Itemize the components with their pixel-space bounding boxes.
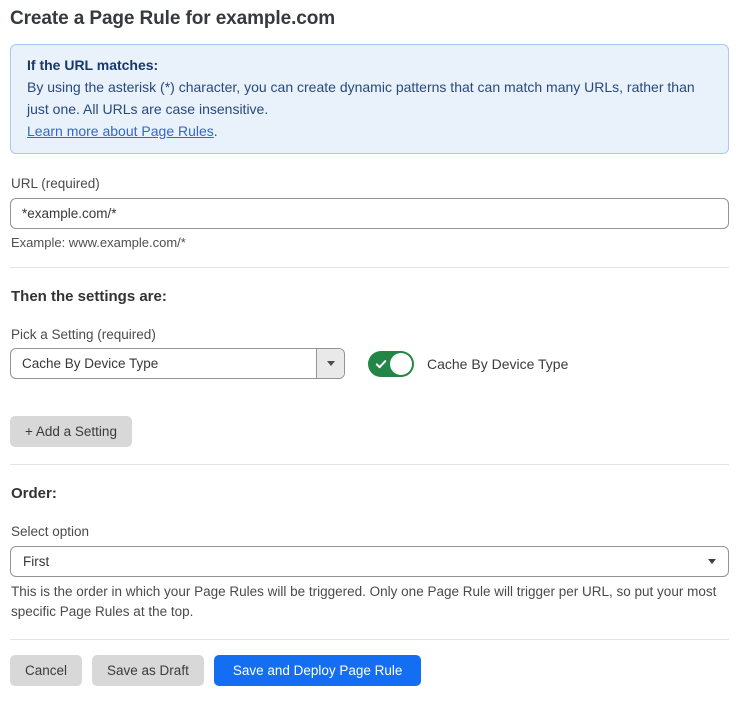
order-help-text: This is the order in which your Page Rul… — [11, 582, 729, 622]
cancel-button[interactable]: Cancel — [10, 655, 82, 686]
footer-actions: Cancel Save as Draft Save and Deploy Pag… — [10, 655, 729, 686]
setting-select-value: Cache By Device Type — [11, 349, 316, 378]
save-deploy-button[interactable]: Save and Deploy Page Rule — [214, 655, 422, 686]
divider — [10, 639, 729, 640]
url-field-hint: Example: www.example.com/* — [11, 235, 729, 250]
url-field-label: URL (required) — [11, 176, 729, 191]
page-title: Create a Page Rule for example.com — [10, 8, 729, 30]
learn-more-link[interactable]: Learn more about Page Rules — [27, 123, 214, 139]
order-select-value: First — [23, 554, 49, 569]
check-icon — [375, 358, 387, 370]
create-page-rule-form: Create a Page Rule for example.com If th… — [0, 0, 750, 706]
caret-down-icon — [708, 559, 716, 564]
order-section-heading: Order: — [11, 485, 729, 502]
add-setting-button[interactable]: + Add a Setting — [10, 416, 132, 447]
info-box-link-line: Learn more about Page Rules. — [27, 120, 712, 142]
link-period: . — [214, 123, 218, 139]
info-box-heading: If the URL matches: — [27, 54, 712, 76]
info-box-body: By using the asterisk (*) character, you… — [27, 76, 712, 120]
setting-toggle-label: Cache By Device Type — [427, 356, 568, 372]
url-input[interactable] — [10, 198, 729, 229]
settings-section-heading: Then the settings are: — [11, 288, 729, 305]
setting-select-caret-button[interactable] — [316, 349, 344, 378]
divider — [10, 267, 729, 268]
setting-select[interactable]: Cache By Device Type — [10, 348, 345, 379]
save-draft-button[interactable]: Save as Draft — [92, 655, 204, 686]
setting-picker-label: Pick a Setting (required) — [11, 327, 729, 342]
caret-down-icon — [327, 361, 335, 366]
setting-row: Cache By Device Type Cache By Device Typ… — [10, 348, 729, 379]
toggle-knob — [390, 353, 412, 375]
order-select[interactable]: First — [10, 546, 729, 577]
url-match-info-box: If the URL matches: By using the asteris… — [10, 44, 729, 154]
divider — [10, 464, 729, 465]
cache-by-device-type-toggle[interactable] — [368, 351, 414, 377]
order-select-label: Select option — [11, 524, 729, 539]
